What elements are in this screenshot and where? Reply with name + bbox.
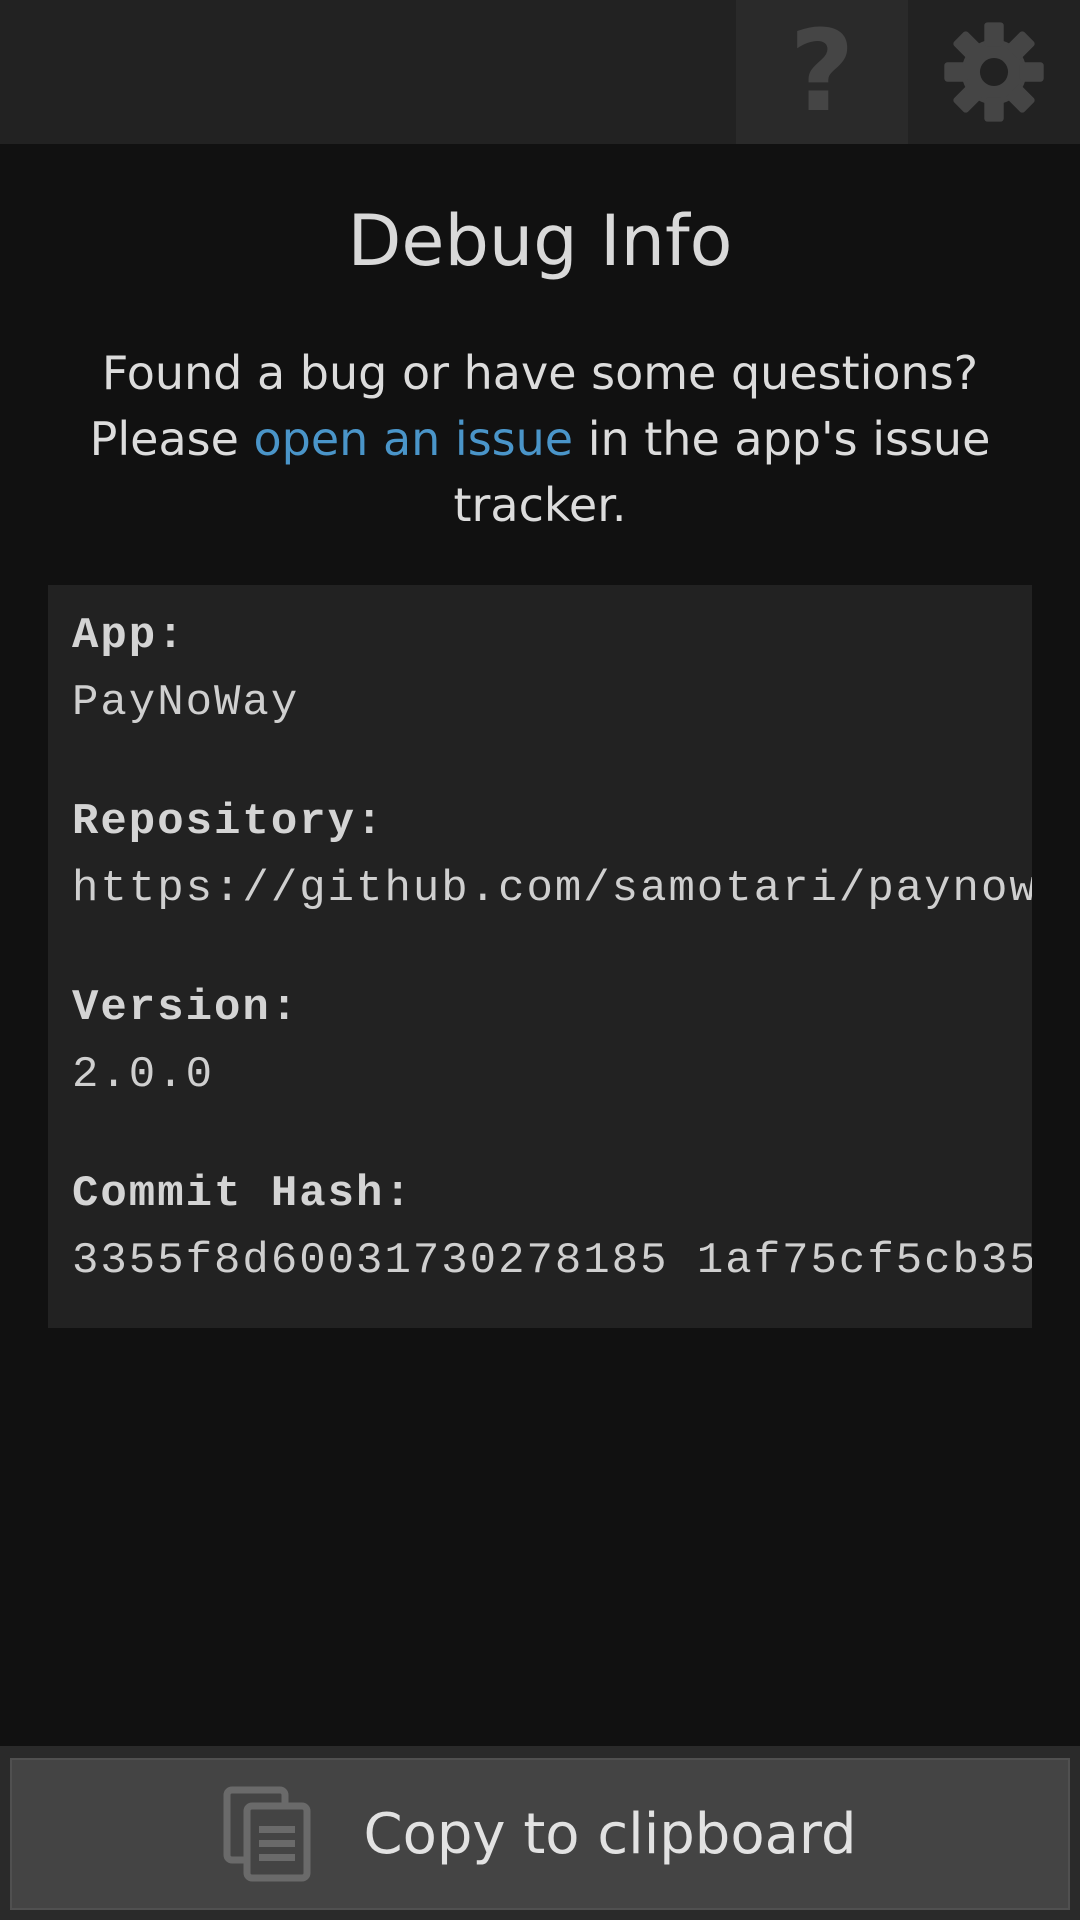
version-value: 2.0.0 — [72, 1050, 215, 1100]
intro-text: Found a bug or have some questions? Plea… — [80, 340, 1000, 538]
intro-line-1: Found a bug or have some questions? — [101, 346, 979, 400]
gear-icon — [944, 22, 1044, 122]
app-value: PayNoWay — [72, 678, 300, 728]
app-label: App: — [72, 611, 186, 661]
info-entry-commit: Commit Hash: 3355f8d60031730278185 1af75… — [72, 1163, 1032, 1297]
info-entry-version: Version: 2.0.0 — [72, 977, 1032, 1111]
top-bar: ? — [0, 0, 1080, 144]
help-button[interactable]: ? — [736, 0, 908, 144]
bottom-bar: Copy to clipboard — [0, 1746, 1080, 1920]
intro-please: Please — [89, 412, 254, 466]
version-label: Version: — [72, 983, 300, 1033]
repository-value: https://github.com/samotari/paynoway — [72, 864, 1032, 914]
info-entry-repository: Repository: https://github.com/samotari/… — [72, 791, 1032, 925]
debug-info-screen: ? Debug Info Found a bug or have some qu… — [0, 0, 1080, 1920]
repository-label: Repository: — [72, 797, 385, 847]
commit-label: Commit Hash: — [72, 1169, 413, 1219]
copy-to-clipboard-button[interactable]: Copy to clipboard — [10, 1758, 1070, 1910]
copy-button-label: Copy to clipboard — [363, 1801, 857, 1867]
open-issue-link[interactable]: open an issue — [254, 412, 574, 466]
info-entry-app: App: PayNoWay — [72, 605, 1032, 739]
page-title: Debug Info — [347, 200, 733, 282]
clipboard-copy-icon — [223, 1786, 311, 1882]
commit-value: 3355f8d60031730278185 1af75cf5cb355 — [72, 1236, 1032, 1286]
settings-button[interactable] — [908, 0, 1080, 144]
question-mark-icon: ? — [789, 7, 855, 137]
debug-info-box: App: PayNoWay Repository: https://github… — [48, 585, 1032, 1328]
